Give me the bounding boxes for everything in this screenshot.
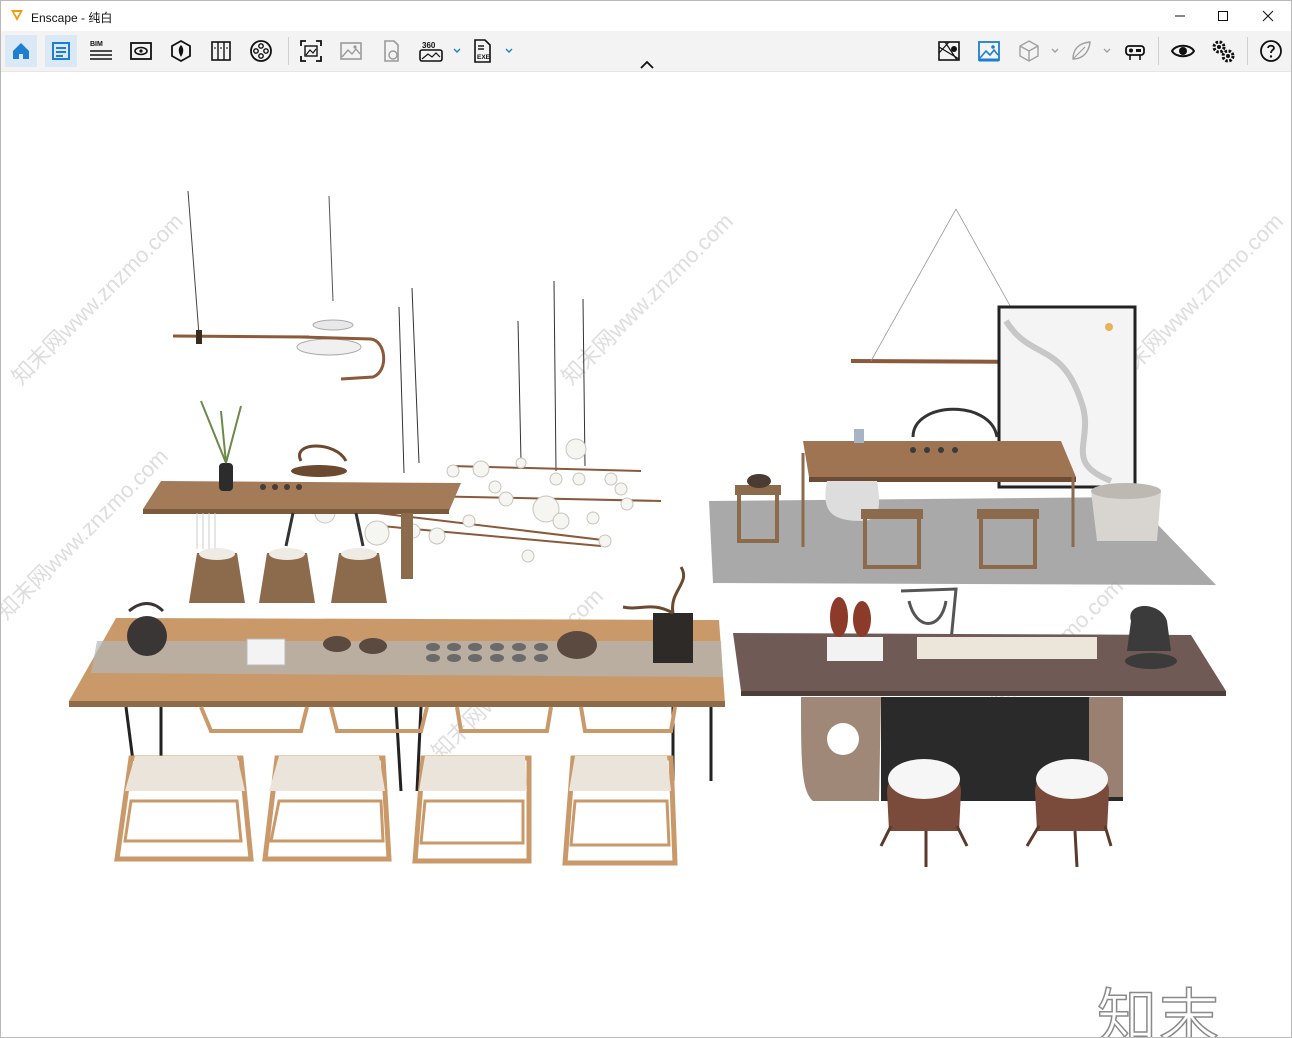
close-icon — [1262, 10, 1274, 22]
tea-room-furniture-render: 知末网www.znzmo.com 知末网www.znzmo.com 知末网www… — [1, 190, 1288, 868]
site-context-icon — [938, 41, 960, 61]
minimize-button[interactable] — [1157, 1, 1203, 31]
watermark-text: 知末网www.znzmo.com — [1, 443, 173, 624]
brand-watermark: 知末 — [1096, 982, 1221, 1037]
svg-text:EXE: EXE — [477, 54, 491, 61]
settings-button[interactable] — [1207, 35, 1239, 67]
svg-text:BIM: BIM — [90, 41, 103, 48]
pendant-lamp-bar — [172, 190, 386, 381]
maximize-icon — [1218, 11, 1228, 21]
home-icon — [13, 43, 29, 59]
site-context-button[interactable] — [933, 35, 965, 67]
web-standalone-button[interactable] — [375, 35, 407, 67]
video-editor-icon — [250, 40, 272, 62]
feather-icon — [1072, 41, 1091, 60]
material-editor-button[interactable] — [205, 35, 237, 67]
title-bar: Enscape - 纯白 — [1, 1, 1291, 31]
cube-button[interactable] — [1013, 35, 1045, 67]
screenshot-icon — [300, 40, 322, 62]
long-tea-table — [69, 566, 725, 866]
render-viewport[interactable]: 知末网www.znzmo.com 知末网www.znzmo.com 知末网www… — [1, 72, 1291, 1037]
export-exe-icon: EXE — [474, 39, 491, 63]
toolbar-separator — [1158, 37, 1159, 65]
toolbar-separator — [1247, 37, 1248, 65]
panorama-icon: 360 — [419, 41, 443, 62]
feather-button[interactable] — [1065, 35, 1097, 67]
gallery-icon — [978, 41, 1000, 62]
collapse-toolbar-icon[interactable] — [639, 59, 655, 71]
tea-table-set-1 — [143, 400, 461, 603]
gallery-button[interactable] — [973, 35, 1005, 67]
eye-icon — [1171, 44, 1195, 58]
minimize-icon — [1175, 15, 1185, 17]
feather-dropdown-icon[interactable] — [1103, 47, 1111, 55]
cube-dropdown-icon[interactable] — [1051, 47, 1059, 55]
asset-library-icon — [171, 39, 191, 63]
window-title: Enscape - 纯白 — [31, 11, 113, 25]
enscape-logo-icon — [11, 10, 23, 21]
view-button[interactable] — [125, 35, 157, 67]
bim-icon: BIM — [90, 41, 112, 60]
screenshot-button[interactable] — [295, 35, 327, 67]
watermark-text: 知末网www.znzmo.com — [7, 208, 188, 389]
tea-table-set-2 — [709, 208, 1216, 585]
eye-button[interactable] — [1167, 35, 1199, 67]
batch-render-icon — [340, 42, 362, 60]
asset-library-button[interactable] — [165, 35, 197, 67]
enscape-window: Enscape - 纯白 BIM 360 EXE 知末网www.znzmo.co… — [0, 0, 1292, 1038]
close-button[interactable] — [1245, 1, 1291, 31]
export-exe-button[interactable]: EXE — [467, 35, 499, 67]
panorama-dropdown-icon[interactable] — [453, 47, 461, 55]
visual-settings-button[interactable] — [45, 35, 77, 67]
svg-text:360: 360 — [422, 41, 436, 50]
vr-headset-button[interactable] — [1119, 35, 1151, 67]
batch-render-button[interactable] — [335, 35, 367, 67]
cube-icon — [1019, 40, 1039, 62]
material-editor-icon — [211, 41, 231, 61]
maximize-button[interactable] — [1200, 1, 1246, 31]
help-icon — [1260, 40, 1282, 62]
web-standalone-icon — [384, 40, 399, 62]
vr-headset-icon — [1125, 45, 1145, 60]
settings-icon — [1212, 40, 1235, 63]
home-button[interactable] — [5, 35, 37, 67]
dark-wood-tea-table — [733, 587, 1226, 868]
export-dropdown-icon[interactable] — [505, 47, 513, 55]
panorama-button[interactable]: 360 — [415, 35, 447, 67]
toolbar-separator — [288, 37, 289, 65]
view-icon — [130, 42, 152, 60]
visual-settings-icon — [52, 42, 70, 60]
video-editor-button[interactable] — [245, 35, 277, 67]
bim-button[interactable]: BIM — [85, 35, 117, 67]
help-button[interactable] — [1255, 35, 1287, 67]
